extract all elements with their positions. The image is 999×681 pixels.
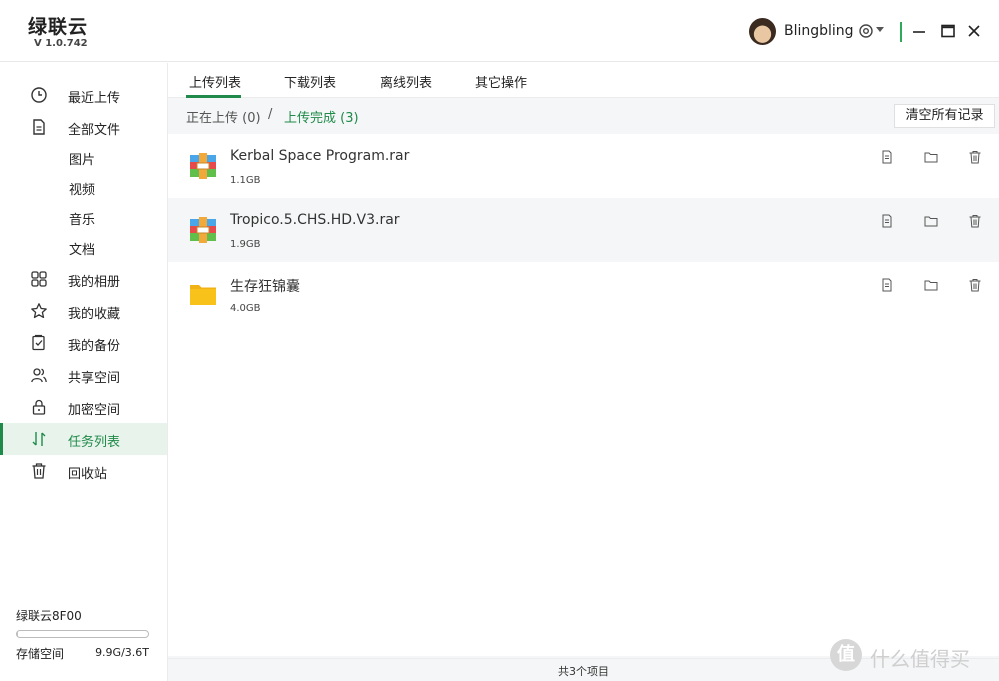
delete-icon[interactable] bbox=[968, 278, 982, 292]
list-item[interactable]: 生存狂锦囊 4.0GB bbox=[168, 262, 999, 326]
star-icon bbox=[31, 303, 47, 319]
sidebar-item-label: 任务列表 bbox=[68, 435, 121, 450]
chevron-down-icon[interactable] bbox=[876, 27, 884, 32]
list-empty-area bbox=[168, 326, 999, 656]
app-name: 绿联云 bbox=[28, 16, 89, 38]
clock-icon bbox=[31, 87, 47, 103]
list-item[interactable]: Kerbal Space Program.rar 1.1GB bbox=[168, 134, 999, 198]
file-name: Tropico.5.CHS.HD.V3.rar bbox=[230, 212, 400, 228]
file-size: 1.1GB bbox=[230, 175, 261, 186]
open-folder-icon[interactable] bbox=[924, 214, 938, 228]
sidebar-item-albums[interactable]: 我的相册 bbox=[0, 263, 167, 295]
storage-label: 存储空间 bbox=[16, 647, 65, 661]
title-bar: 绿联云 V 1.0.742 Blingbling bbox=[0, 0, 999, 62]
watermark-logo: 值 bbox=[830, 639, 862, 671]
file-icon bbox=[33, 119, 45, 135]
sidebar-item-music[interactable]: 音乐 bbox=[0, 202, 167, 232]
device-name: 绿联云8F00 bbox=[16, 609, 82, 623]
watermark: 值 什么值得买 bbox=[830, 637, 990, 673]
tab-bar: 上传列表 下载列表 离线列表 其它操作 bbox=[168, 63, 999, 98]
tab-upload-list[interactable]: 上传列表 bbox=[189, 72, 241, 91]
file-size: 1.9GB bbox=[230, 239, 261, 250]
sidebar: 最近上传 全部文件 图片 视频 音乐 文档 我的相册 我的收藏 我的备份 共享空… bbox=[0, 63, 168, 681]
sidebar-item-label: 文档 bbox=[69, 243, 96, 258]
sidebar-item-label: 我的收藏 bbox=[68, 307, 121, 322]
divider bbox=[900, 22, 902, 42]
filter-completed[interactable]: 上传完成 (3) bbox=[284, 107, 359, 126]
storage-bar bbox=[16, 630, 149, 638]
transfer-icon bbox=[32, 432, 46, 446]
watermark-text: 什么值得买 bbox=[870, 647, 970, 671]
trash-icon bbox=[32, 463, 46, 479]
storage-value: 9.9G/3.6T bbox=[95, 646, 149, 659]
main-panel: 上传列表 下载列表 离线列表 其它操作 正在上传 (0) / 上传完成 (3) … bbox=[168, 63, 999, 681]
document-icon[interactable] bbox=[880, 278, 894, 292]
sidebar-item-task-list[interactable]: 任务列表 bbox=[0, 423, 167, 455]
sidebar-item-favorites[interactable]: 我的收藏 bbox=[0, 295, 167, 327]
sidebar-item-label: 图片 bbox=[69, 153, 96, 168]
sidebar-item-label: 回收站 bbox=[68, 467, 108, 482]
sidebar-item-backups[interactable]: 我的备份 bbox=[0, 327, 167, 359]
lock-icon bbox=[32, 399, 46, 415]
upload-filter-bar: 正在上传 (0) / 上传完成 (3) 清空所有记录 bbox=[168, 99, 999, 133]
file-size: 4.0GB bbox=[230, 303, 261, 314]
sidebar-item-label: 音乐 bbox=[69, 213, 96, 228]
active-tab-indicator bbox=[186, 95, 241, 98]
folder-icon bbox=[190, 285, 216, 305]
filter-separator: / bbox=[268, 107, 273, 122]
sidebar-item-recycle-bin[interactable]: 回收站 bbox=[0, 455, 167, 487]
delete-icon[interactable] bbox=[968, 214, 982, 228]
sidebar-item-all-files[interactable]: 全部文件 bbox=[0, 111, 167, 143]
sidebar-item-label: 我的备份 bbox=[68, 339, 121, 354]
sidebar-item-pictures[interactable]: 图片 bbox=[0, 142, 167, 172]
username[interactable]: Blingbling bbox=[784, 23, 854, 39]
grid-icon bbox=[31, 271, 47, 287]
sidebar-item-label: 加密空间 bbox=[68, 403, 121, 418]
sidebar-item-videos[interactable]: 视频 bbox=[0, 172, 167, 202]
archive-icon bbox=[190, 153, 216, 179]
users-icon bbox=[31, 368, 47, 383]
open-folder-icon[interactable] bbox=[924, 278, 938, 292]
sidebar-item-label: 最近上传 bbox=[68, 91, 121, 106]
open-folder-icon[interactable] bbox=[924, 150, 938, 164]
filter-uploading[interactable]: 正在上传 (0) bbox=[186, 107, 261, 126]
close-icon[interactable] bbox=[965, 22, 983, 40]
document-icon[interactable] bbox=[880, 150, 894, 164]
app-version: V 1.0.742 bbox=[34, 38, 88, 49]
sidebar-item-encrypted-space[interactable]: 加密空间 bbox=[0, 391, 167, 423]
sidebar-item-shared-space[interactable]: 共享空间 bbox=[0, 359, 167, 391]
document-icon[interactable] bbox=[880, 214, 894, 228]
list-item[interactable]: Tropico.5.CHS.HD.V3.rar 1.9GB bbox=[168, 198, 999, 262]
minimize-icon[interactable] bbox=[910, 22, 928, 40]
archive-icon bbox=[190, 217, 216, 243]
sidebar-item-label: 视频 bbox=[69, 183, 96, 198]
sidebar-item-documents[interactable]: 文档 bbox=[0, 232, 167, 262]
sidebar-item-label: 全部文件 bbox=[68, 123, 121, 138]
settings-icon[interactable] bbox=[857, 22, 875, 40]
tab-download-list[interactable]: 下载列表 bbox=[284, 72, 336, 91]
file-name: 生存狂锦囊 bbox=[230, 279, 300, 295]
tab-other-operations[interactable]: 其它操作 bbox=[475, 72, 527, 91]
file-name: Kerbal Space Program.rar bbox=[230, 148, 410, 164]
sidebar-item-label: 共享空间 bbox=[68, 371, 121, 386]
maximize-icon[interactable] bbox=[939, 22, 957, 40]
sidebar-item-recent-uploads[interactable]: 最近上传 bbox=[0, 79, 167, 111]
backup-icon bbox=[32, 334, 45, 351]
avatar[interactable] bbox=[749, 18, 776, 45]
tab-offline-list[interactable]: 离线列表 bbox=[380, 72, 432, 91]
clear-all-records-button[interactable]: 清空所有记录 bbox=[894, 104, 995, 128]
sidebar-item-label: 我的相册 bbox=[68, 275, 121, 290]
delete-icon[interactable] bbox=[968, 150, 982, 164]
